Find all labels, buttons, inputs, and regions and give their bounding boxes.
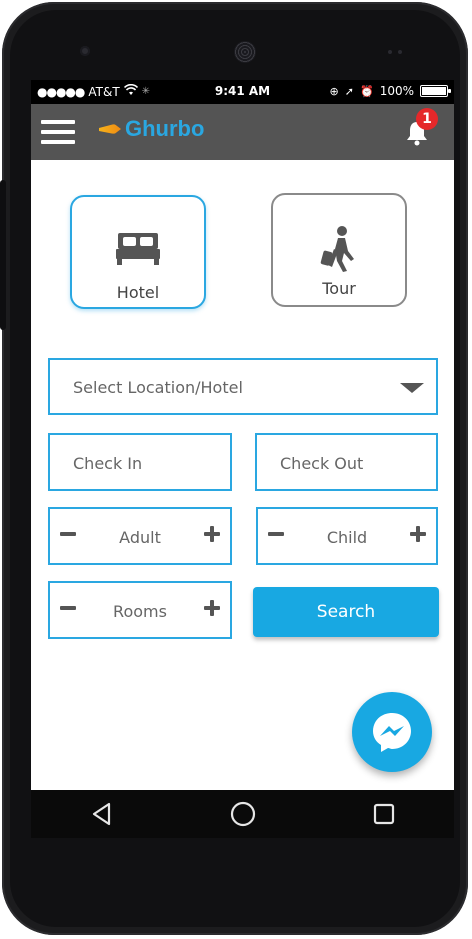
brand-logo: Ghurbo: [99, 116, 204, 142]
rooms-plus-icon[interactable]: [204, 600, 220, 616]
child-plus-icon[interactable]: [410, 526, 426, 542]
search-button[interactable]: Search: [253, 587, 439, 637]
adult-stepper: Adult: [48, 507, 232, 565]
front-camera: [80, 46, 90, 56]
tour-label: Tour: [322, 279, 356, 298]
sensors: [388, 50, 404, 54]
check-in-placeholder: Check In: [73, 454, 143, 473]
status-right: ⊕ ➚ ⏰ 100%: [329, 84, 451, 98]
battery-icon: [420, 85, 451, 97]
traveler-icon: [314, 225, 364, 272]
recents-square-icon: [373, 803, 394, 825]
back-button[interactable]: [87, 799, 117, 829]
bed-icon: [113, 227, 163, 271]
rooms-label: Rooms: [113, 602, 167, 621]
bird-logo-icon: [99, 122, 121, 136]
rotation-lock-icon: ⊕: [329, 84, 339, 98]
alarm-icon: ⏰: [359, 84, 374, 98]
adult-label: Adult: [119, 528, 161, 547]
messenger-icon: [373, 713, 411, 752]
hotel-category-card[interactable]: Hotel: [70, 195, 206, 309]
app-screen: ●●●●● AT&T ✳ 9:41 AM ⊕ ➚ ⏰ 100% Ghurbo 1…: [31, 80, 454, 838]
tour-category-card[interactable]: Tour: [271, 193, 407, 307]
app-bar: Ghurbo 1: [31, 104, 454, 160]
notification-badge: 1: [416, 108, 438, 130]
hamburger-menu-icon[interactable]: [41, 120, 75, 144]
battery-percent: 100%: [379, 84, 414, 98]
status-bar: ●●●●● AT&T ✳ 9:41 AM ⊕ ➚ ⏰ 100%: [31, 80, 454, 104]
brand-name: Ghurbo: [125, 116, 205, 141]
earpiece-speaker: [234, 41, 256, 63]
location-icon: ➚: [344, 84, 354, 98]
check-out-placeholder: Check Out: [280, 454, 364, 473]
recents-button[interactable]: [369, 799, 399, 829]
location-placeholder: Select Location/Hotel: [73, 378, 243, 397]
home-button[interactable]: [228, 799, 258, 829]
battery-fill: [422, 87, 446, 95]
adult-plus-icon[interactable]: [204, 526, 220, 542]
dropdown-caret-icon: [400, 383, 424, 393]
child-stepper: Child: [256, 507, 438, 565]
hotel-label: Hotel: [116, 283, 160, 302]
messenger-button[interactable]: [352, 692, 432, 772]
android-nav-bar: [31, 790, 454, 838]
home-circle-icon: [230, 801, 255, 827]
rooms-stepper: Rooms: [48, 581, 232, 639]
location-select[interactable]: Select Location/Hotel: [48, 358, 438, 415]
notification-button[interactable]: 1: [404, 108, 438, 146]
check-in-field[interactable]: Check In: [48, 433, 232, 491]
back-triangle-icon: [92, 802, 110, 826]
side-button: [0, 180, 6, 330]
check-out-field[interactable]: Check Out: [255, 433, 438, 491]
